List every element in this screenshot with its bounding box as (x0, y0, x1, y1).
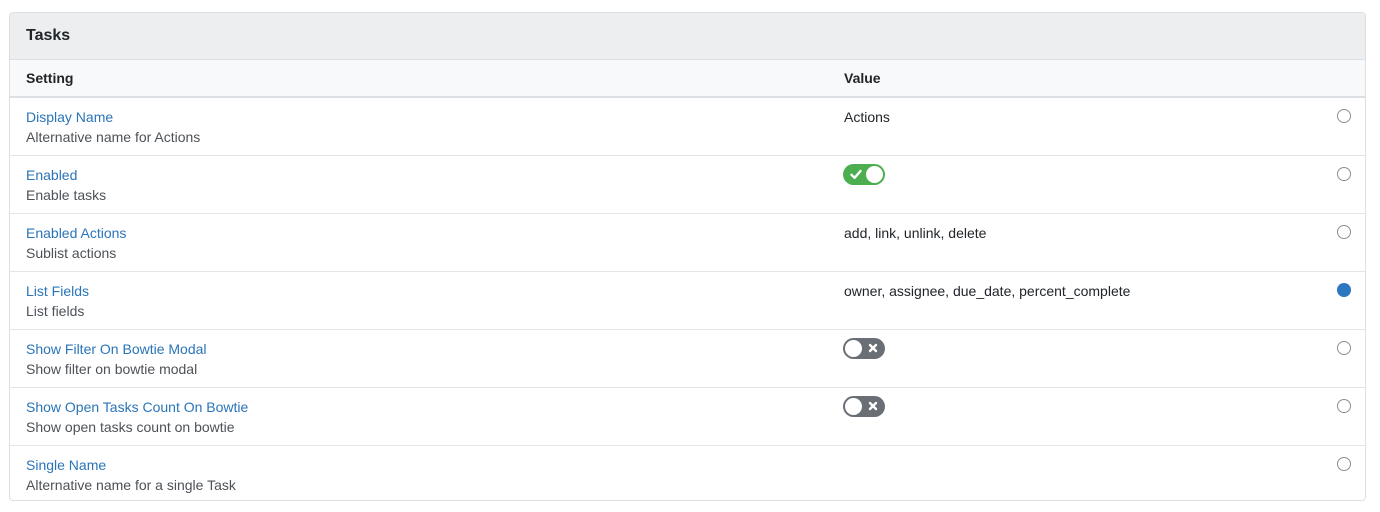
tasks-settings-panel: Tasks Setting Value Display Name Alterna… (9, 12, 1366, 501)
panel-title: Tasks (10, 13, 1365, 60)
column-header-value: Value (844, 70, 881, 86)
setting-row-show-open-tasks-count-on-bowtie: Show Open Tasks Count On Bowtie Show ope… (10, 388, 1365, 446)
setting-description: Show open tasks count on bowtie (26, 419, 235, 435)
row-select-radio[interactable] (1337, 457, 1351, 471)
table-header: Setting Value (10, 60, 1365, 98)
setting-description: Alternative name for Actions (26, 129, 201, 145)
setting-link-show-open-tasks-count-on-bowtie[interactable]: Show Open Tasks Count On Bowtie (26, 399, 248, 415)
setting-row-enabled: Enabled Enable tasks (10, 156, 1365, 214)
setting-row-enabled-actions: Enabled Actions Sublist actions add, lin… (10, 214, 1365, 272)
setting-value: Actions (844, 109, 890, 125)
setting-link-show-filter-on-bowtie-modal[interactable]: Show Filter On Bowtie Modal (26, 341, 207, 357)
enabled-toggle-switch[interactable] (843, 164, 885, 185)
setting-link-list-fields[interactable]: List Fields (26, 283, 89, 299)
toggle-knob (866, 166, 883, 183)
row-select-radio[interactable] (1337, 167, 1351, 181)
setting-description: Enable tasks (26, 187, 107, 203)
row-select-radio-selected[interactable] (1337, 283, 1351, 297)
setting-link-display-name[interactable]: Display Name (26, 109, 113, 125)
setting-link-enabled[interactable]: Enabled (26, 167, 77, 183)
column-header-setting: Setting (26, 70, 74, 86)
setting-row-display-name: Display Name Alternative name for Action… (10, 98, 1365, 156)
setting-description: Alternative name for a single Task (26, 477, 236, 493)
setting-description: List fields (26, 303, 85, 319)
x-icon (868, 401, 878, 411)
show-filter-toggle-switch[interactable] (843, 338, 885, 359)
show-open-tasks-count-toggle-switch[interactable] (843, 396, 885, 417)
setting-value: owner, assignee, due_date, percent_compl… (844, 283, 1131, 299)
row-select-radio[interactable] (1337, 109, 1351, 123)
setting-description: Sublist actions (26, 245, 117, 261)
toggle-knob (845, 398, 862, 415)
setting-row-list-fields: List Fields List fields owner, assignee,… (10, 272, 1365, 330)
setting-row-single-name: Single Name Alternative name for a singl… (10, 446, 1365, 500)
setting-value: add, link, unlink, delete (844, 225, 987, 241)
setting-row-show-filter-on-bowtie-modal: Show Filter On Bowtie Modal Show filter … (10, 330, 1365, 388)
check-icon (850, 169, 862, 179)
row-select-radio[interactable] (1337, 399, 1351, 413)
row-select-radio[interactable] (1337, 225, 1351, 239)
x-icon (868, 343, 878, 353)
setting-link-single-name[interactable]: Single Name (26, 457, 106, 473)
setting-link-enabled-actions[interactable]: Enabled Actions (26, 225, 126, 241)
toggle-knob (845, 340, 862, 357)
setting-description: Show filter on bowtie modal (26, 361, 198, 377)
row-select-radio[interactable] (1337, 341, 1351, 355)
